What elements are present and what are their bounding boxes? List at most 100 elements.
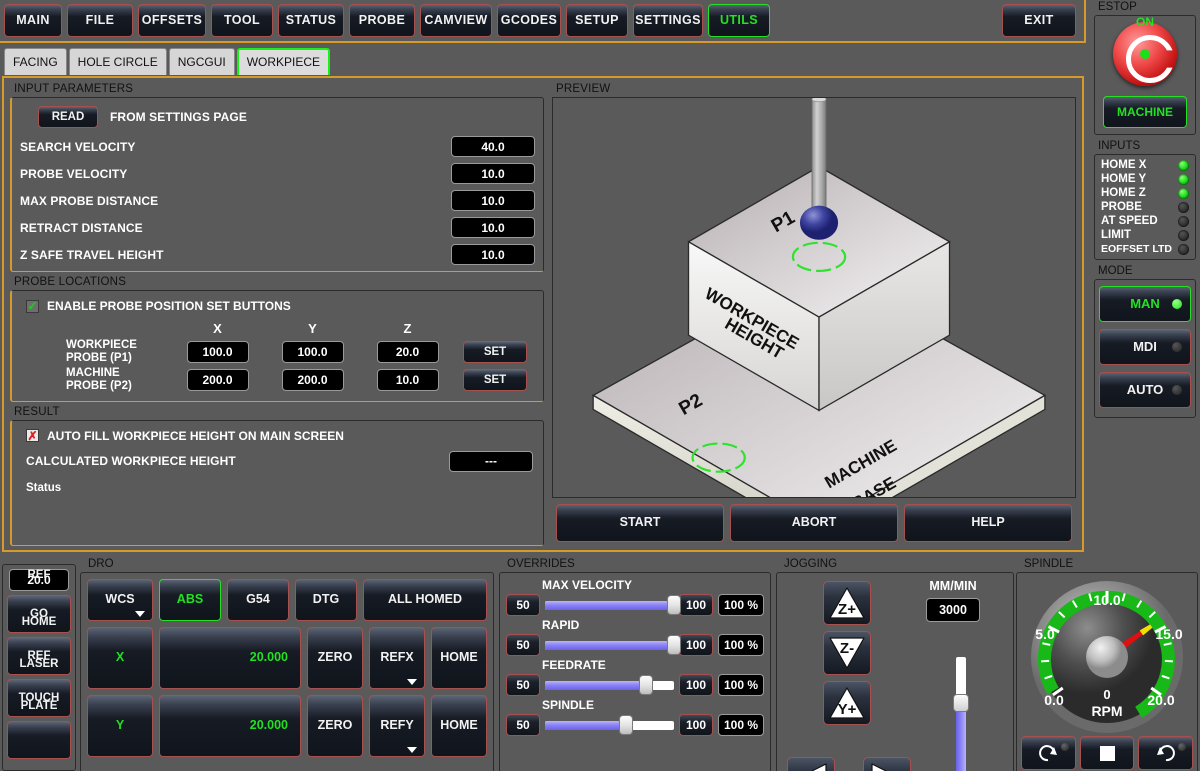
tab-ngcgui[interactable]: NGCGUI — [169, 48, 235, 75]
dro-zero-x-button[interactable]: ZERO — [307, 627, 363, 689]
tab-hole-circle[interactable]: HOLE CIRCLE — [69, 48, 167, 75]
dro-refy-button[interactable]: REFY — [369, 695, 425, 757]
nav-button-main[interactable]: MAIN — [4, 4, 62, 37]
slider-knob-spindle[interactable] — [619, 715, 633, 735]
param-value-retract-distance[interactable]: 10.0 — [451, 217, 535, 238]
autofill-checkbox[interactable]: ✗ — [26, 429, 39, 442]
autofill-row[interactable]: ✗ AUTO FILL WORKPIECE HEIGHT ON MAIN SCR… — [26, 429, 535, 443]
tab-workpiece[interactable]: WORKPIECE — [237, 48, 330, 75]
ref-laser-button[interactable]: REF LASER — [7, 637, 71, 675]
override-slider-spindle[interactable] — [545, 714, 674, 736]
param-value-max-probe-distance[interactable]: 10.0 — [451, 190, 535, 211]
exit-button[interactable]: EXIT — [1002, 4, 1076, 37]
dro-button-dtg[interactable]: DTG — [295, 579, 357, 621]
mode-button-man[interactable]: MAN — [1099, 286, 1191, 322]
help-button[interactable]: HELP — [904, 504, 1072, 542]
probe-p1-x[interactable]: 100.0 — [187, 341, 249, 363]
go-home-button[interactable]: GO HOME — [7, 595, 71, 633]
jogging-group: Z+ Z- Y+ — [776, 572, 1014, 771]
touch-plate-button[interactable]: TOUCH PLATE — [7, 679, 71, 717]
override-max-spindle[interactable]: 100 — [679, 714, 713, 736]
dro-axis-label-y[interactable]: Y — [87, 695, 153, 757]
ref-button[interactable]: REF — [7, 721, 71, 759]
dro-refx-button[interactable]: REFX — [369, 627, 425, 689]
nav-button-offsets[interactable]: OFFSETS — [138, 4, 206, 37]
estop-icon[interactable] — [1113, 22, 1177, 86]
dro-axis-value-y[interactable]: 20.000 — [159, 695, 301, 757]
override-max-max-velocity[interactable]: 100 — [679, 594, 713, 616]
dro-zero-y-button[interactable]: ZERO — [307, 695, 363, 757]
override-slider-feedrate[interactable] — [545, 674, 674, 696]
slider-knob-max-velocity[interactable] — [667, 595, 681, 615]
param-value-search-velocity[interactable]: 40.0 — [451, 136, 535, 157]
jog-rate-slider-knob[interactable] — [953, 694, 969, 712]
probe-p2-x[interactable]: 200.0 — [187, 369, 249, 391]
slider-knob-feedrate[interactable] — [639, 675, 653, 695]
probe-p1-z[interactable]: 20.0 — [377, 341, 439, 363]
nav-button-setup[interactable]: SETUP — [566, 4, 628, 37]
spindle-stop-button[interactable] — [1080, 736, 1135, 770]
dro-home-y-button[interactable]: HOME — [431, 695, 487, 757]
read-button[interactable]: READ — [38, 106, 98, 128]
param-value-z-safe-travel-height[interactable]: 10.0 — [451, 244, 535, 265]
dro-axis-value-x[interactable]: 20.000 — [159, 627, 301, 689]
spindle-cw-button[interactable] — [1138, 736, 1193, 770]
override-max-feedrate[interactable]: 100 — [679, 674, 713, 696]
mode-button-auto[interactable]: AUTO — [1099, 372, 1191, 408]
dro-button-g54[interactable]: G54 — [227, 579, 289, 621]
input-row-at-speed: AT SPEED — [1101, 215, 1189, 227]
abort-button[interactable]: ABORT — [730, 504, 898, 542]
probe-p1-y[interactable]: 100.0 — [282, 341, 344, 363]
probe-p2-y[interactable]: 200.0 — [282, 369, 344, 391]
nav-button-probe[interactable]: PROBE — [349, 4, 415, 37]
chevron-down-icon-refy — [407, 747, 417, 753]
override-max-rapid[interactable]: 100 — [679, 634, 713, 656]
enable-probe-set-row[interactable]: ✓ ENABLE PROBE POSITION SET BUTTONS — [26, 299, 535, 313]
jog-rate-slider[interactable] — [953, 657, 969, 771]
override-slider-max-velocity[interactable] — [545, 594, 674, 616]
machine-on-line1: MACHINE — [1117, 106, 1173, 119]
jog-rate-block: MM/MIN 3000 — [903, 579, 1003, 622]
nav-button-tool[interactable]: TOOL — [211, 4, 273, 37]
workpiece-3d-illustration: P1 P2 WORKPIECE HEIGHT MACHINE BASE — [553, 98, 1075, 497]
jog-y-plus-button[interactable]: Y+ — [823, 681, 871, 725]
probe-p2-z[interactable]: 10.0 — [377, 369, 439, 391]
override-min-max-velocity[interactable]: 50 — [506, 594, 540, 616]
override-min-rapid[interactable]: 50 — [506, 634, 540, 656]
override-percent-max-velocity: 100 % — [718, 594, 764, 616]
nav-button-file[interactable]: FILE — [67, 4, 133, 37]
enable-probe-checkbox[interactable]: ✓ — [26, 300, 39, 313]
jog-x-plus-button[interactable] — [863, 757, 911, 771]
nav-button-utils[interactable]: UTILS — [708, 4, 770, 37]
dro-home-x-button[interactable]: HOME — [431, 627, 487, 689]
dro-button-wcs[interactable]: WCS — [87, 579, 153, 621]
dro-button-abs[interactable]: ABS — [159, 579, 221, 621]
dro-button-all-homed[interactable]: ALL HOMED — [363, 579, 487, 621]
status-text: Status — [26, 482, 535, 494]
nav-button-gcodes[interactable]: GCODES — [497, 4, 561, 37]
override-slider-rapid[interactable] — [545, 634, 674, 656]
gauge-tick-15: 15.0 — [1155, 626, 1182, 642]
jog-z-minus-button[interactable]: Z- — [823, 631, 871, 675]
chevron-down-icon — [135, 611, 145, 617]
start-button[interactable]: START — [556, 504, 724, 542]
override-row-spindle: 50 100 100 % — [506, 714, 764, 736]
nav-button-settings[interactable]: SETTINGS — [633, 4, 703, 37]
param-label-max-probe-distance: MAX PROBE DISTANCE — [20, 194, 451, 208]
override-min-spindle[interactable]: 50 — [506, 714, 540, 736]
nav-button-camview[interactable]: CAMVIEW — [420, 4, 492, 37]
probe-p1-set-button[interactable]: SET — [463, 341, 527, 363]
spindle-ccw-button[interactable] — [1021, 736, 1076, 770]
param-value-probe-velocity[interactable]: 10.0 — [451, 163, 535, 184]
slider-knob-rapid[interactable] — [667, 635, 681, 655]
probe-p2-set-button[interactable]: SET — [463, 369, 527, 391]
jog-rate-value[interactable]: 3000 — [926, 598, 980, 622]
jog-x-minus-button[interactable] — [787, 757, 835, 771]
tab-facing[interactable]: FACING — [4, 48, 67, 75]
machine-on-button[interactable]: MACHINE ON — [1103, 96, 1187, 128]
mode-button-mdi[interactable]: MDI — [1099, 329, 1191, 365]
dro-axis-label-x[interactable]: X — [87, 627, 153, 689]
jog-z-plus-button[interactable]: Z+ — [823, 581, 871, 625]
nav-button-status[interactable]: STATUS — [278, 4, 344, 37]
override-min-feedrate[interactable]: 50 — [506, 674, 540, 696]
